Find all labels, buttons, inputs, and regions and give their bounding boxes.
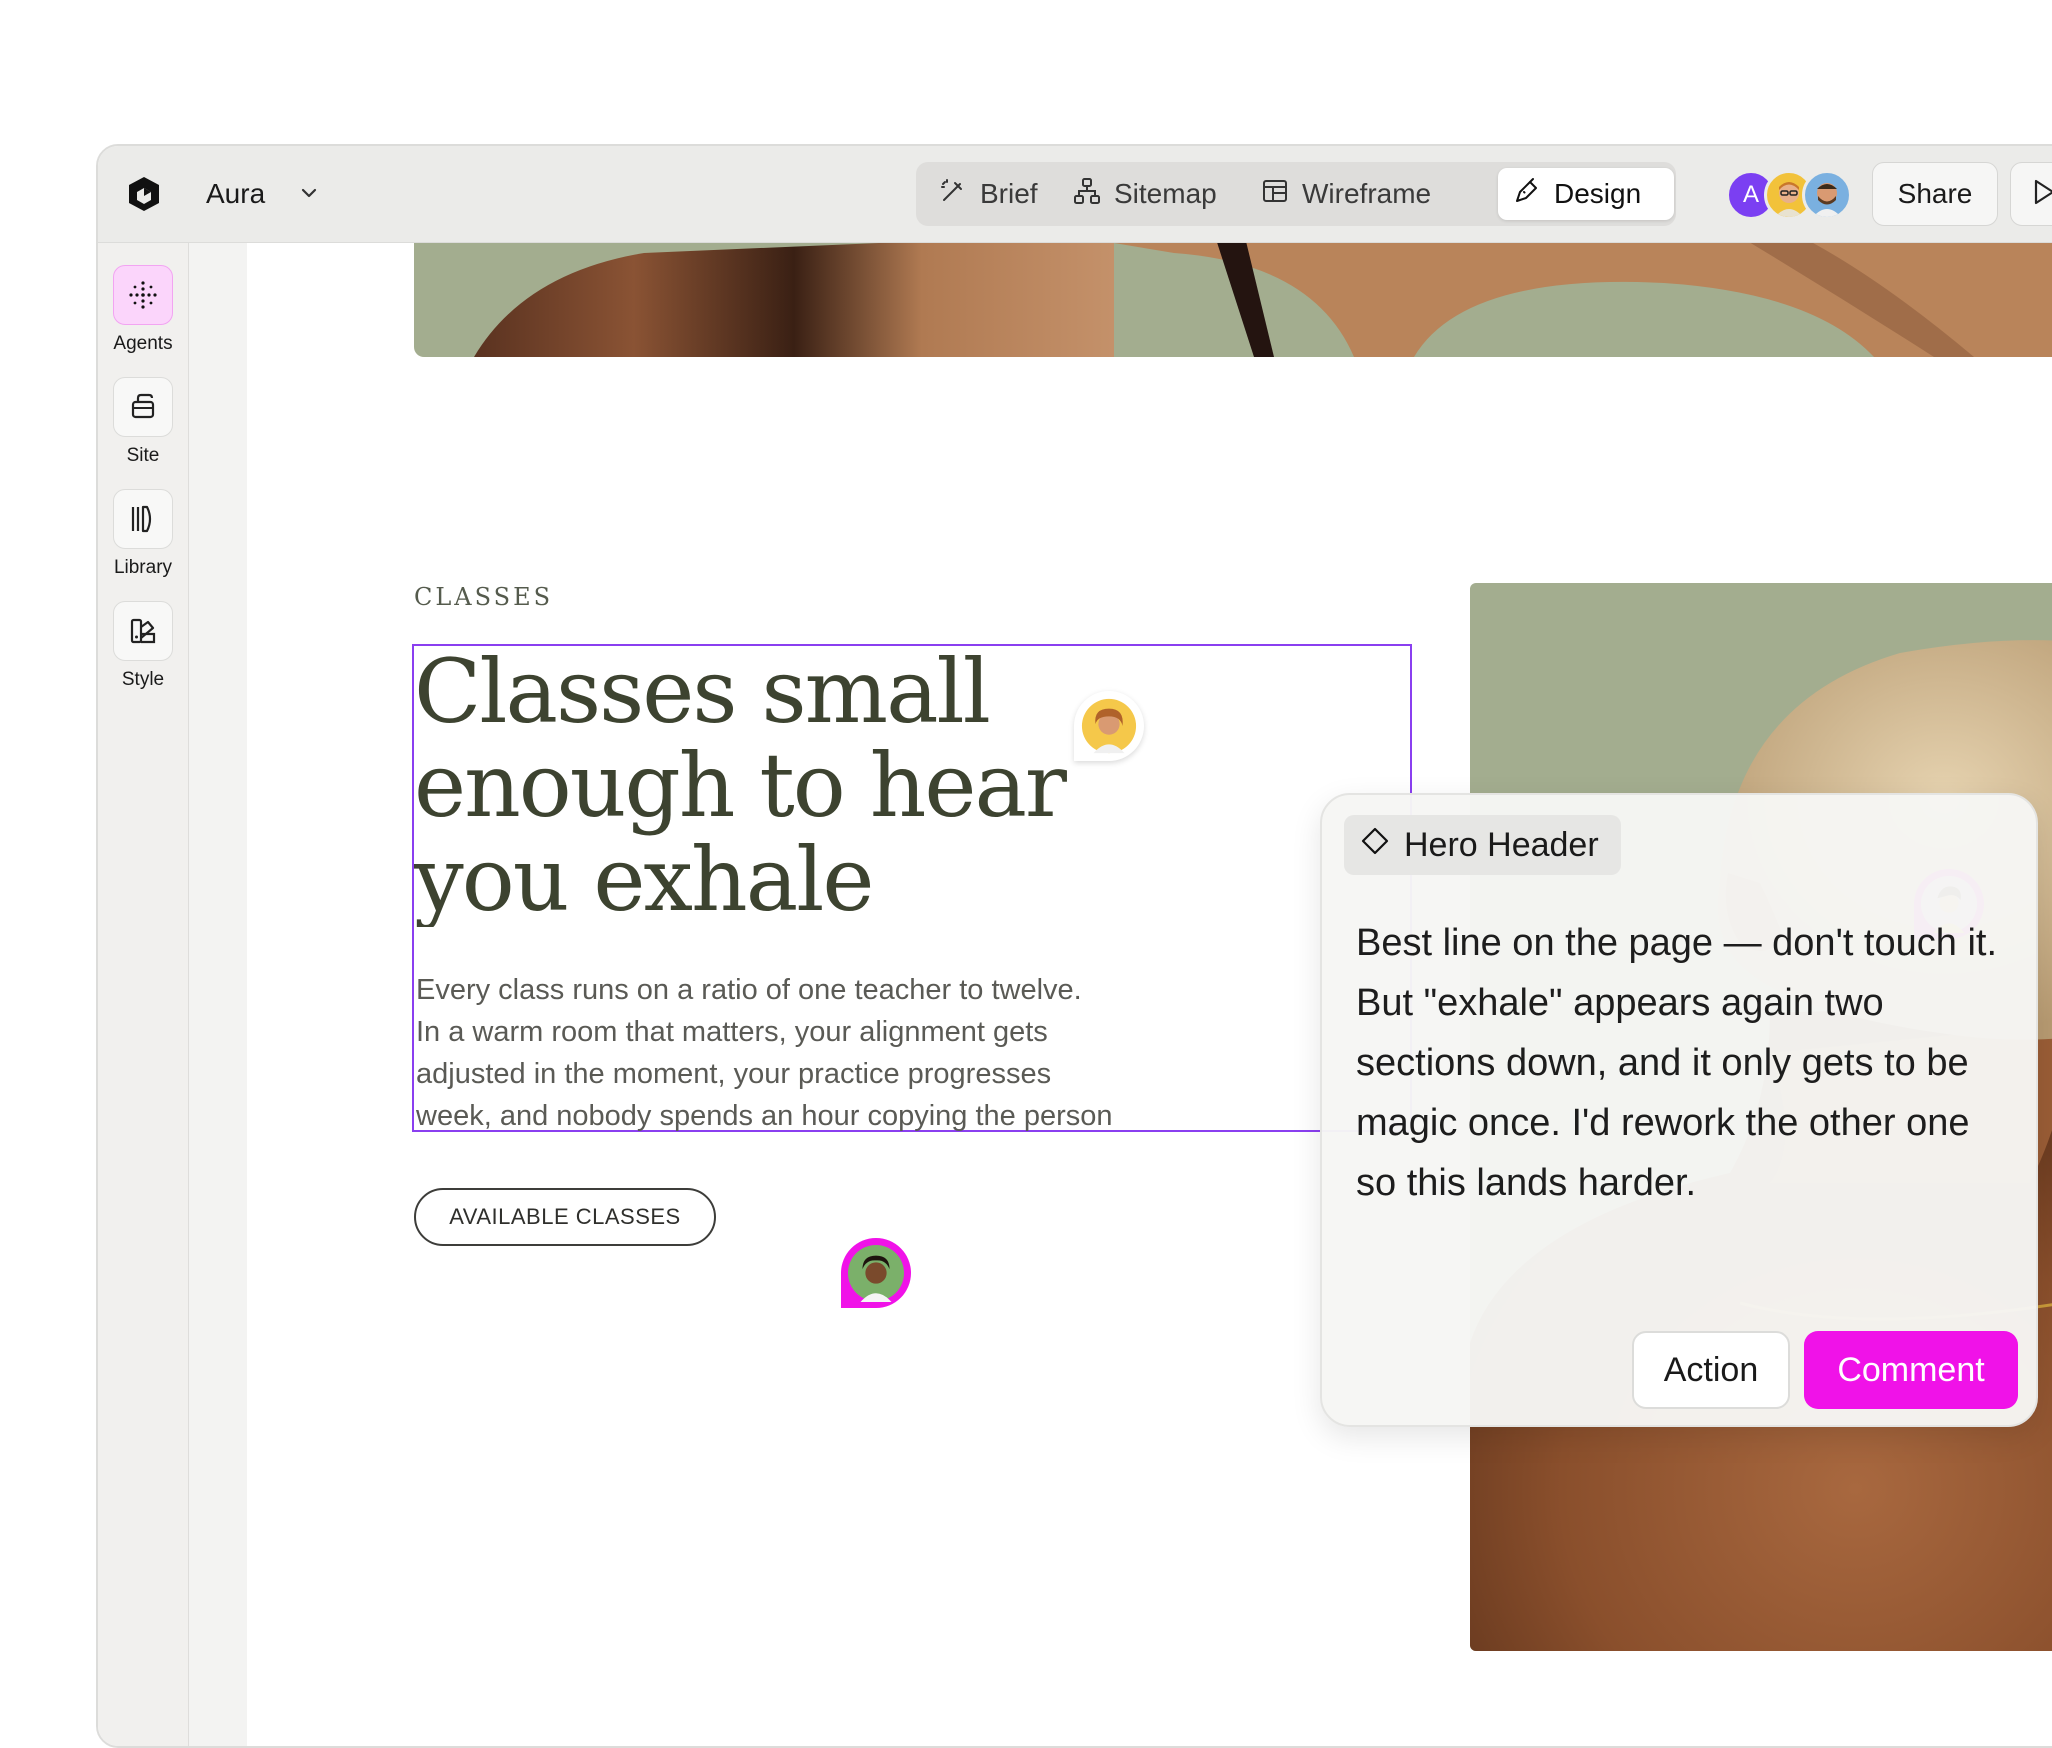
headline-line: Classes small	[414, 645, 991, 743]
sitemap-icon	[1072, 176, 1102, 213]
tab-sitemap-label: Sitemap	[1114, 178, 1217, 209]
brief-icon	[938, 176, 968, 213]
share-label: Share	[1897, 178, 1973, 209]
component-icon	[1360, 826, 1390, 865]
cta-label: AVAILABLE CLASSES	[449, 1204, 681, 1229]
section-headline[interactable]: Classes small enough to hear you exhale	[414, 645, 1414, 927]
collaborator-avatars[interactable]: A	[1726, 170, 1856, 220]
body-line: Every class runs on a ratio of one teach…	[416, 974, 1082, 1006]
top-bar: Aura Brief Sitemap Wireframe Design A Sh…	[98, 146, 2052, 243]
agents-icon[interactable]	[113, 265, 173, 325]
tab-design[interactable]: Design	[1498, 168, 1674, 220]
tab-design-label: Design	[1554, 178, 1642, 209]
play-icon	[2029, 177, 2052, 212]
component-tag[interactable]: Hero Header	[1344, 815, 1621, 875]
action-label: Action	[1663, 1350, 1759, 1389]
sidebar-item-style[interactable]: Style	[98, 601, 188, 691]
wireframe-icon	[1260, 176, 1290, 213]
available-classes-button[interactable]: AVAILABLE CLASSES	[414, 1188, 716, 1246]
sidebar-item-library[interactable]: Library	[98, 489, 188, 579]
comment-text: Best line on the page — don't touch it. …	[1356, 922, 1998, 1204]
tab-wireframe-label: Wireframe	[1302, 178, 1432, 209]
body-line: adjusted in the moment, your practice pr…	[416, 1058, 1052, 1090]
app-logo-icon[interactable]	[124, 174, 164, 214]
headline-line: you exhale	[414, 828, 874, 927]
preview-button[interactable]	[2010, 162, 2052, 226]
action-button[interactable]: Action	[1632, 1331, 1790, 1409]
comment-button[interactable]: Comment	[1804, 1331, 2018, 1409]
body-line: In a warm room that matters, your alignm…	[416, 1016, 1048, 1048]
section-body[interactable]: Every class runs on a ratio of one teach…	[416, 969, 1376, 1137]
sidebar-label: Style	[121, 669, 165, 690]
comment-label: Comment	[1837, 1350, 1985, 1389]
design-icon	[1512, 176, 1542, 213]
component-tag-label: Hero Header	[1404, 825, 1599, 864]
mode-switcher: Brief Sitemap Wireframe Design	[916, 162, 1676, 226]
style-icon[interactable]	[113, 601, 173, 661]
comment-panel: Hero Header Best line on the page — don'…	[1320, 793, 2038, 1427]
sidebar-item-agents[interactable]: Agents	[98, 265, 188, 355]
site-icon[interactable]	[113, 377, 173, 437]
sidebar-label: Library	[113, 557, 173, 578]
library-icon[interactable]	[113, 489, 173, 549]
canvas-gutter	[189, 243, 247, 1746]
sidebar-label: Agents	[113, 333, 173, 354]
project-name[interactable]: Aura	[206, 176, 265, 212]
share-button[interactable]: Share	[1872, 162, 1998, 226]
headline-line: enough to hear	[414, 734, 1067, 837]
left-sidebar: Agents Site Library Style	[98, 243, 189, 1746]
chevron-down-icon[interactable]	[296, 180, 322, 206]
section-eyebrow: CLASSES	[414, 583, 554, 611]
sidebar-item-site[interactable]: Site	[98, 377, 188, 467]
app-window: Aura Brief Sitemap Wireframe Design A Sh…	[96, 144, 2052, 1748]
design-canvas[interactable]: CLASSES Classes small enough to hear you…	[248, 243, 2052, 1746]
avatar[interactable]	[1802, 170, 1852, 220]
tab-wireframe[interactable]: Wireframe	[1246, 168, 1456, 220]
tab-brief-label: Brief	[980, 178, 1038, 209]
comment-pin-avatar[interactable]	[841, 1238, 911, 1308]
avatar-initial: A	[1742, 181, 1759, 208]
comment-pin-avatar[interactable]	[1074, 691, 1144, 761]
hero-photo	[414, 243, 2052, 357]
tab-sitemap[interactable]: Sitemap	[1058, 168, 1242, 220]
sidebar-label: Site	[126, 445, 160, 466]
tab-brief[interactable]: Brief	[924, 168, 1054, 220]
body-line: week, and nobody spends an hour copying …	[416, 1100, 1113, 1132]
